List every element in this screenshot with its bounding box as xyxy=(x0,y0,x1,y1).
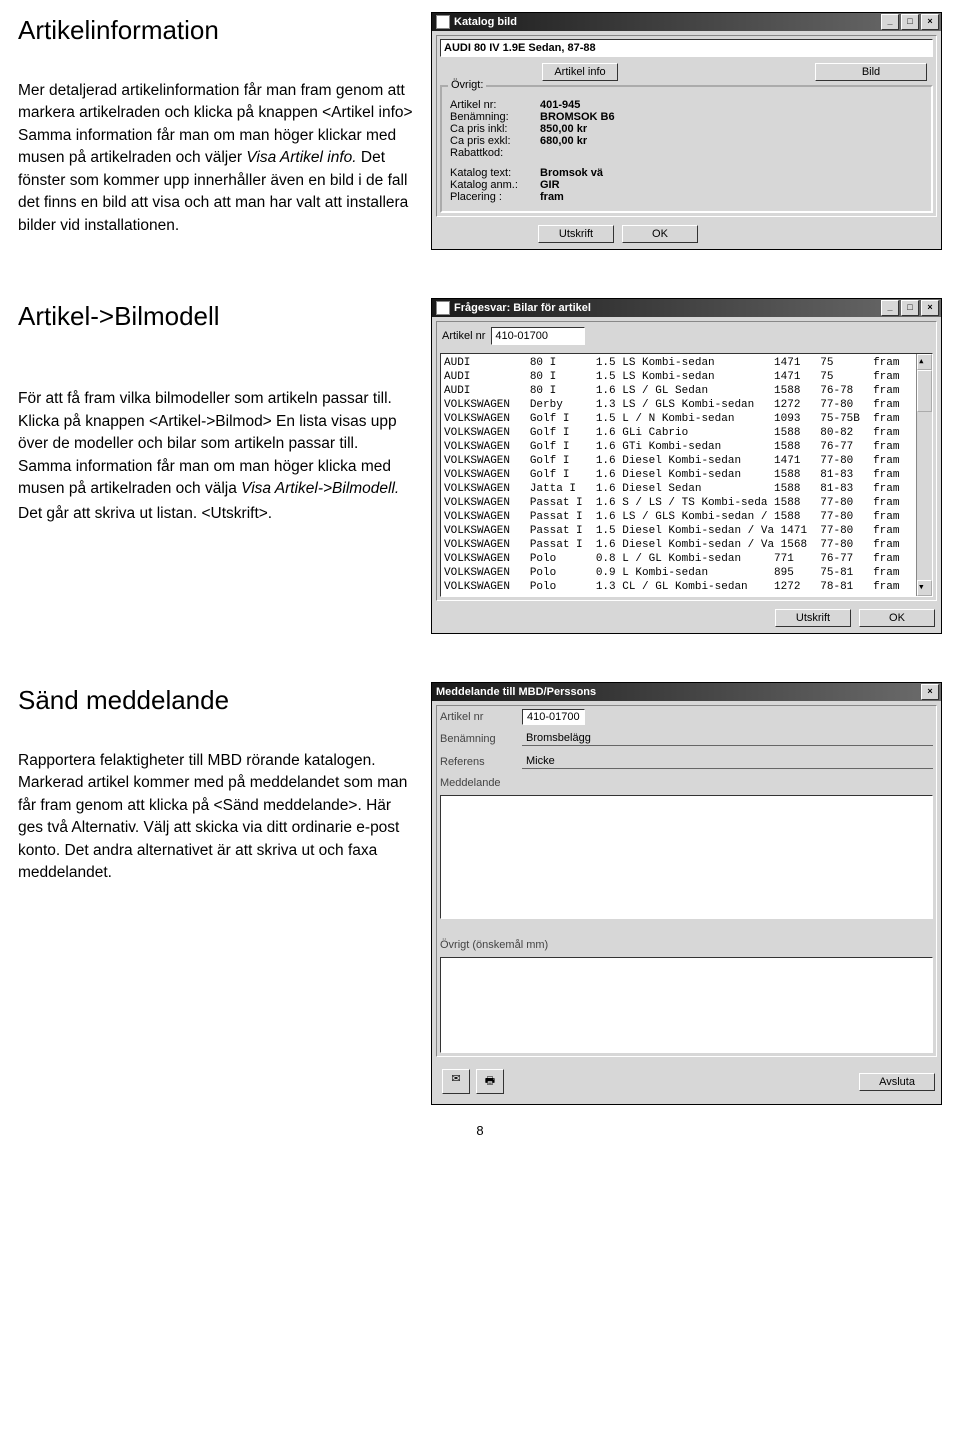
kv-benamning-value: BROMSOK B6 xyxy=(540,111,615,123)
maximize-icon[interactable]: □ xyxy=(901,14,919,30)
section1-heading: Artikelinformation xyxy=(18,12,413,50)
window-title: Meddelande till MBD/Perssons xyxy=(436,686,596,698)
list-item[interactable]: VOLKSWAGEN Polo 0.8 L / GL Kombi-sedan 7… xyxy=(444,552,929,566)
artikel-nr-label: Artikel nr xyxy=(440,711,512,723)
list-item[interactable]: VOLKSWAGEN Derby 1.3 LS / GLS Kombi-seda… xyxy=(444,398,929,412)
kv-placering-value: fram xyxy=(540,191,564,203)
list-item[interactable]: AUDI 80 I 1.5 LS Kombi-sedan 1471 75 fra… xyxy=(444,356,929,370)
window-title: Frågesvar: Bilar för artikel xyxy=(454,302,591,314)
kv-benamning-label: Benämning: xyxy=(450,111,540,123)
group-legend: Övrigt: xyxy=(448,79,486,91)
artikel-nr-input[interactable]: 410-01700 xyxy=(522,709,585,725)
titlebar[interactable]: Frågesvar: Bilar för artikel _ □ × xyxy=(432,299,941,317)
kv-capris-inkl-value: 850,00 kr xyxy=(540,123,587,135)
ovrigt-label: Övrigt (önskemål mm) xyxy=(440,939,548,951)
kv-capris-inkl-label: Ca pris inkl: xyxy=(450,123,540,135)
benamning-label: Benämning xyxy=(440,733,512,745)
section1-para: Mer detaljerad artikelinformation får ma… xyxy=(18,80,413,237)
avsluta-button[interactable]: Avsluta xyxy=(859,1073,935,1091)
list-item[interactable]: VOLKSWAGEN Golf I 1.6 GTi Kombi-sedan 15… xyxy=(444,440,929,454)
utskrift-button[interactable]: Utskrift xyxy=(538,225,614,243)
scrollbar[interactable]: ▴ ▾ xyxy=(916,354,932,596)
close-icon[interactable]: × xyxy=(921,300,939,316)
kv-capris-exkl-value: 680,00 kr xyxy=(540,135,587,147)
list-item[interactable]: VOLKSWAGEN Golf I 1.6 Diesel Kombi-sedan… xyxy=(444,454,929,468)
ovrigt-textarea[interactable] xyxy=(440,957,933,1053)
print-icon[interactable]: 🖶 xyxy=(476,1069,504,1094)
list-item[interactable]: VOLKSWAGEN Golf I 1.6 Diesel Kombi-sedan… xyxy=(444,468,929,482)
kv-kataloganm-value: GIR xyxy=(540,179,560,191)
section3-heading: Sänd meddelande xyxy=(18,682,413,720)
close-icon[interactable]: × xyxy=(921,684,939,700)
list-item[interactable]: VOLKSWAGEN Golf I 1.6 GLi Cabrio 1588 80… xyxy=(444,426,929,440)
section2-heading: Artikel->Bilmodell xyxy=(18,298,413,336)
meddelande-label: Meddelande xyxy=(440,777,512,789)
page-number: 8 xyxy=(18,1123,942,1138)
list-item[interactable]: VOLKSWAGEN Polo 0.9 L Kombi-sedan 895 75… xyxy=(444,566,929,580)
close-icon[interactable]: × xyxy=(921,14,939,30)
scroll-up-icon[interactable]: ▴ xyxy=(917,354,932,370)
minimize-icon[interactable]: _ xyxy=(881,300,899,316)
artikel-info-button[interactable]: Artikel info xyxy=(542,63,618,81)
window-title: Katalog bild xyxy=(454,16,517,28)
window-bilar-for-artikel: Frågesvar: Bilar för artikel _ □ × Artik… xyxy=(431,298,942,634)
artikel-nr-label: Artikel nr xyxy=(442,330,485,342)
referens-value: Micke xyxy=(522,754,933,769)
kv-kataloganm-label: Katalog anm.: xyxy=(450,179,540,191)
list-item[interactable]: VOLKSWAGEN Passat I 1.6 S / LS / TS Komb… xyxy=(444,496,929,510)
section3-para: Rapportera felaktigheter till MBD rörand… xyxy=(18,750,413,885)
window-meddelande: Meddelande till MBD/Perssons × Artikel n… xyxy=(431,682,942,1105)
list-item[interactable]: VOLKSWAGEN Passat I 1.5 Diesel Kombi-sed… xyxy=(444,524,929,538)
bild-button[interactable]: Bild xyxy=(815,63,927,81)
list-item[interactable]: AUDI 80 I 1.6 LS / GL Sedan 1588 76-78 f… xyxy=(444,384,929,398)
titlebar[interactable]: Katalog bild _ □ × xyxy=(432,13,941,31)
s1-para-italic: Visa Artikel info. xyxy=(246,149,356,166)
list-item[interactable]: VOLKSWAGEN Passat I 1.6 Diesel Kombi-sed… xyxy=(444,538,929,552)
meddelande-textarea[interactable] xyxy=(440,795,933,919)
app-icon xyxy=(436,15,450,29)
s2-para-italic: Visa Artikel->Bilmodell. xyxy=(241,480,399,497)
benamning-value: Bromsbelägg xyxy=(522,731,933,746)
ok-button[interactable]: OK xyxy=(622,225,698,243)
ok-button[interactable]: OK xyxy=(859,609,935,627)
minimize-icon[interactable]: _ xyxy=(881,14,899,30)
app-icon xyxy=(436,301,450,315)
scroll-thumb[interactable] xyxy=(917,370,932,412)
utskrift-button[interactable]: Utskrift xyxy=(775,609,851,627)
list-item[interactable]: AUDI 80 I 1.5 LS Kombi-sedan 1471 75 fra… xyxy=(444,370,929,384)
scroll-down-icon[interactable]: ▾ xyxy=(917,580,932,596)
kv-placering-label: Placering : xyxy=(450,191,540,203)
window-katalog-bild: Katalog bild _ □ × AUDI 80 IV 1.9E Sedan… xyxy=(431,12,942,250)
kv-katalogtext-label: Katalog text: xyxy=(450,167,540,179)
kv-artikel-nr-label: Artikel nr: xyxy=(450,99,540,111)
section2-para2: Det går att skriva ut listan. <Utskrift>… xyxy=(18,503,413,525)
car-heading: AUDI 80 IV 1.9E Sedan, 87-88 xyxy=(440,39,933,57)
referens-label: Referens xyxy=(440,756,512,768)
list-item[interactable]: VOLKSWAGEN Passat I 1.6 LS / GLS Kombi-s… xyxy=(444,510,929,524)
maximize-icon[interactable]: □ xyxy=(901,300,919,316)
section2-para: För att få fram vilka bilmodeller som ar… xyxy=(18,366,413,501)
mail-icon[interactable]: ✉ xyxy=(442,1069,470,1094)
car-list[interactable]: ▴ ▾ AUDI 80 I 1.5 LS Kombi-sedan 1471 75… xyxy=(440,353,933,597)
list-item[interactable]: VOLKSWAGEN Golf I 1.5 L / N Kombi-sedan … xyxy=(444,412,929,426)
kv-capris-exkl-label: Ca pris exkl: xyxy=(450,135,540,147)
kv-katalogtext-value: Bromsok vä xyxy=(540,167,603,179)
list-item[interactable]: VOLKSWAGEN Polo 1.3 CL / GL Kombi-sedan … xyxy=(444,580,929,594)
artikel-nr-value: 410-01700 xyxy=(491,327,585,345)
kv-rabatt-label: Rabattkod: xyxy=(450,147,540,159)
kv-artikel-nr-value: 401-945 xyxy=(540,99,580,111)
titlebar[interactable]: Meddelande till MBD/Perssons × xyxy=(432,683,941,701)
list-item[interactable]: VOLKSWAGEN Jatta I 1.6 Diesel Sedan 1588… xyxy=(444,482,929,496)
